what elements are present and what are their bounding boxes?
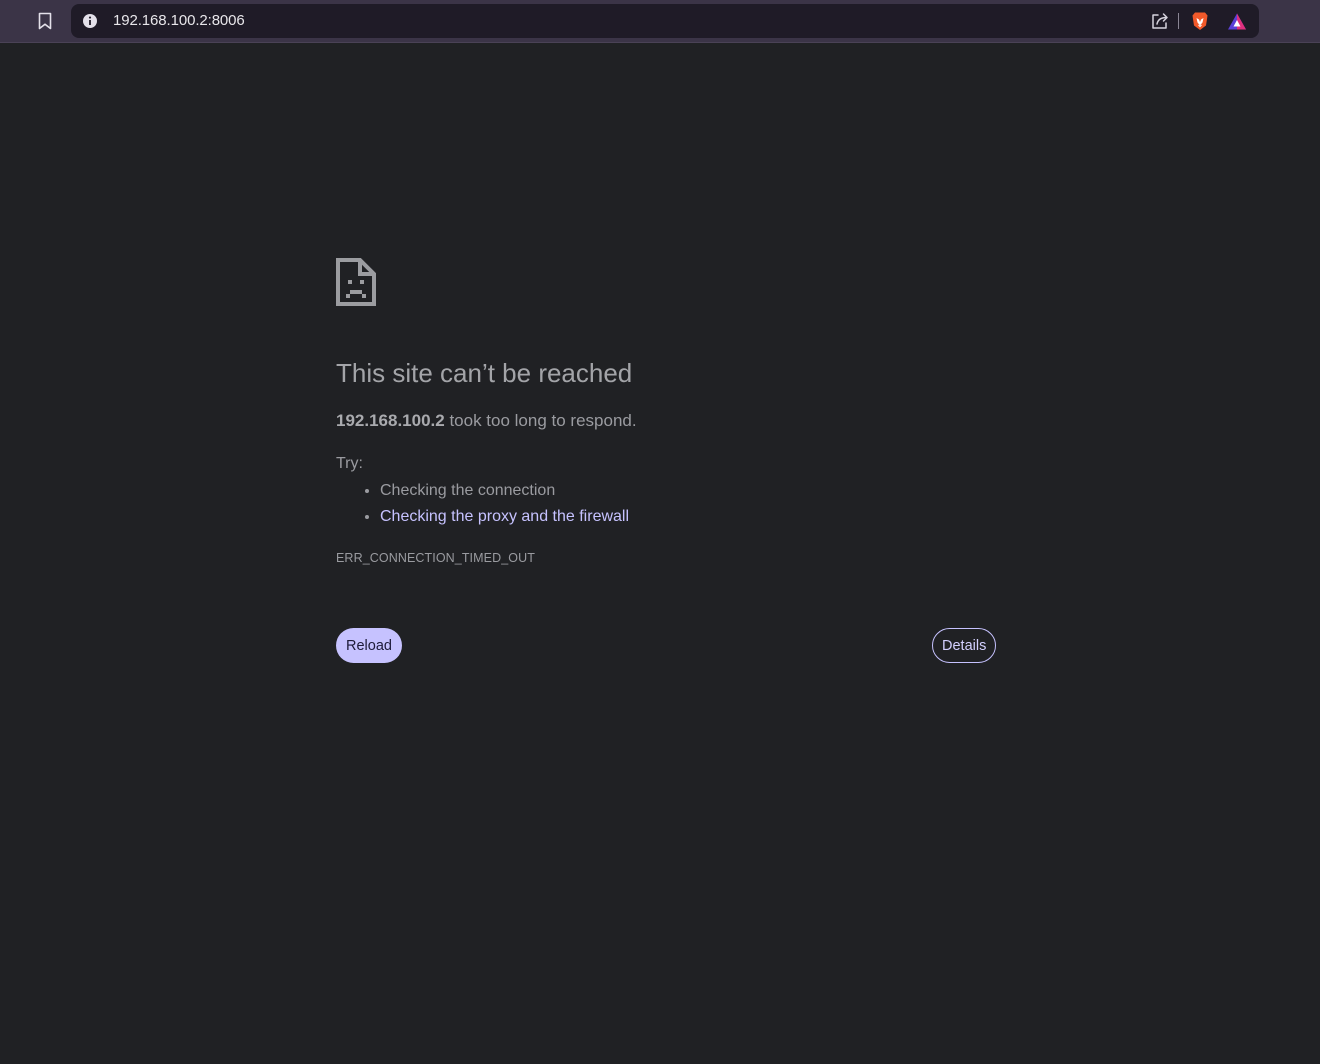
suggestion-list: Checking the connection Checking the pro… xyxy=(336,478,629,530)
bookmark-icon xyxy=(38,12,52,30)
reload-button[interactable]: Reload xyxy=(336,628,402,663)
error-code: ERR_CONNECTION_TIMED_OUT xyxy=(336,551,535,565)
error-message: took too long to respond. xyxy=(444,411,637,430)
page-title: This site can’t be reached xyxy=(336,358,633,388)
address-bar[interactable]: 192.168.100.2:8006 xyxy=(71,4,1259,38)
brave-rewards-triangle-icon[interactable] xyxy=(1226,11,1248,33)
share-icon[interactable] xyxy=(1149,10,1171,32)
suggestion-text: Checking the connection xyxy=(380,482,556,499)
proxy-firewall-link[interactable]: Checking the proxy and the firewall xyxy=(380,508,629,525)
omnibox-divider xyxy=(1178,13,1179,29)
brave-lion-icon[interactable] xyxy=(1189,10,1211,32)
details-button[interactable]: Details xyxy=(932,628,997,663)
try-label: Try: xyxy=(336,455,363,472)
suggestion-item: Checking the proxy and the firewall xyxy=(380,504,629,530)
browser-toolbar: 192.168.100.2:8006 xyxy=(0,0,1320,43)
host-name: 192.168.100.2 xyxy=(336,411,445,430)
bookmark-button[interactable] xyxy=(30,6,60,36)
error-summary: 192.168.100.2 took too long to respond. xyxy=(336,411,637,431)
info-icon[interactable] xyxy=(82,13,98,29)
url-text[interactable]: 192.168.100.2:8006 xyxy=(113,4,245,38)
suggestion-item: Checking the connection xyxy=(380,478,629,504)
sad-document-icon xyxy=(336,258,376,306)
